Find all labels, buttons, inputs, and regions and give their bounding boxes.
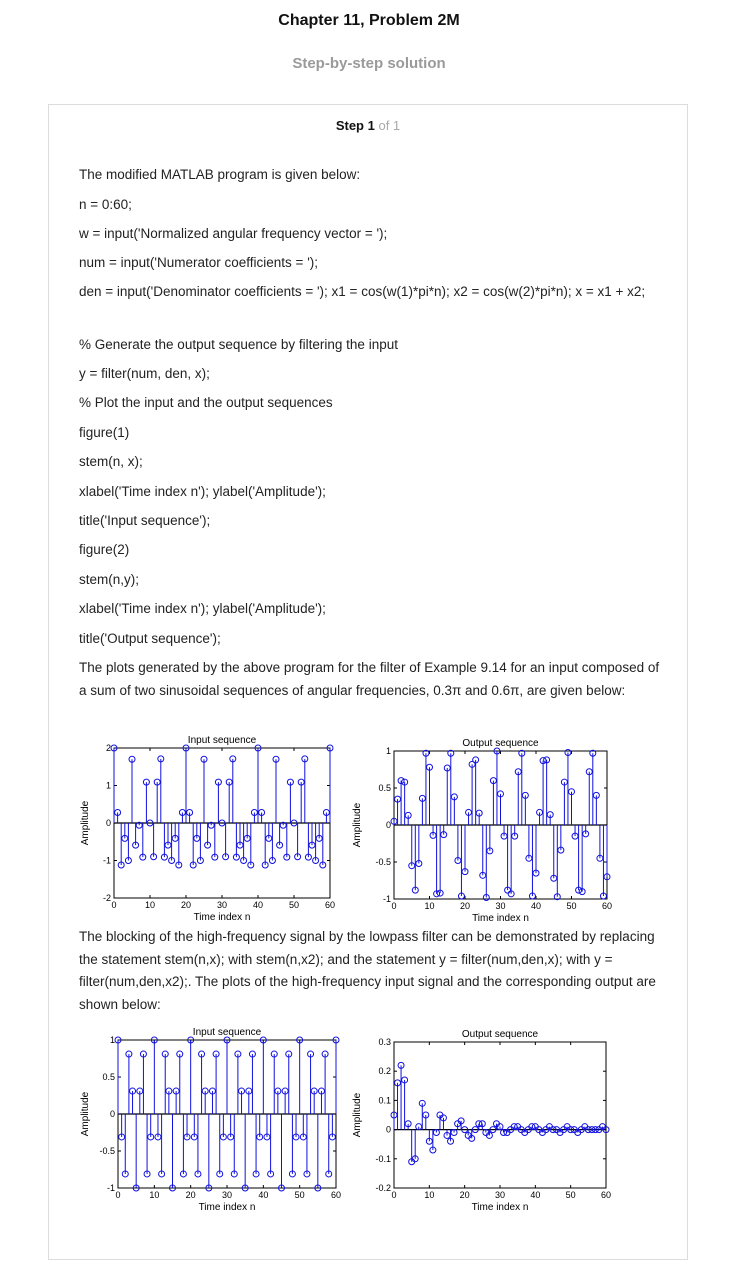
chapter-title: Chapter 11, Problem 2M (278, 12, 460, 29)
x-tick-label: 60 (331, 1190, 341, 1200)
step-count: of 1 (378, 118, 401, 133)
code-line: n = 0:60; (79, 197, 132, 212)
x-tick-label: 20 (186, 1190, 196, 1200)
x-axis-label: Time index n (472, 913, 529, 924)
paragraph-plots-intro: The plots generated by the above program… (79, 660, 660, 698)
y-tick-label: 0.5 (102, 1072, 115, 1082)
x-tick-label: 10 (424, 901, 434, 911)
y-tick-label: -1 (383, 894, 391, 904)
y-tick-label: 0.3 (378, 1037, 391, 1047)
plot-title: Output sequence (462, 738, 539, 749)
y-tick-label: 1 (106, 781, 111, 791)
y-axis-label: Amplitude (352, 1092, 363, 1137)
plot-input-sequence-1: 0 10 20 30 40 50 60 -2 -1 0 1 2 Input sequence Time i… (80, 735, 335, 923)
y-tick-label: 0 (106, 818, 111, 828)
y-tick-label: 0 (386, 820, 391, 830)
code-line: xlabel('Time index n'); ylabel('Amplitud… (79, 601, 326, 616)
plot-output-sequence-1: 0 10 20 30 40 50 60 -1 -0.5 0 0.5 1 Output sequence T… (352, 738, 612, 924)
y-tick-label: -0.2 (375, 1183, 391, 1193)
code-line: y = filter(num, den, x); (79, 366, 210, 381)
x-tick-label: 20 (460, 1190, 470, 1200)
code-line: figure(2) (79, 542, 130, 557)
y-axis-label: Amplitude (80, 800, 91, 845)
plot-output-sequence-2: 0 10 20 30 40 50 60 -0.2 -0.1 0 0.1 0.2 0.3 Output se… (352, 1029, 611, 1213)
y-axis-label: Amplitude (80, 1091, 91, 1136)
x-axis-label: Time index n (194, 912, 251, 923)
code-comment: % Plot the input and the output sequence… (79, 395, 333, 410)
x-tick-label: 40 (253, 900, 263, 910)
x-tick-label: 10 (424, 1190, 434, 1200)
y-tick-label: 1 (386, 746, 391, 756)
x-tick-label: 30 (217, 900, 227, 910)
y-tick-label: 0.5 (378, 783, 391, 793)
paragraph-high-frequency: The blocking of the high-frequency signa… (79, 929, 656, 1012)
x-tick-label: 40 (531, 901, 541, 911)
y-tick-label: -2 (103, 893, 111, 903)
x-tick-label: 10 (145, 900, 155, 910)
code-line: figure(1) (79, 425, 130, 440)
x-tick-label: 0 (111, 900, 116, 910)
plot-title: Input sequence (193, 1027, 262, 1038)
step-header: Step 1 of 1 (48, 118, 688, 133)
code-line: xlabel('Time index n'); ylabel('Amplitud… (79, 484, 326, 499)
y-tick-label: -1 (103, 856, 111, 866)
code-line: stem(n,y); (79, 572, 140, 587)
step-by-step-subtitle: Step-by-step solution (292, 55, 446, 72)
y-tick-label: 0 (110, 1109, 115, 1119)
x-tick-label: 40 (258, 1190, 268, 1200)
code-line: num = input('Numerator coefficients = ')… (79, 255, 319, 270)
code-line: title('Input sequence'); (79, 513, 211, 528)
x-tick-label: 60 (601, 1190, 611, 1200)
y-tick-label: -0.1 (375, 1154, 391, 1164)
x-tick-label: 30 (495, 901, 505, 911)
y-tick-label: -1 (107, 1183, 115, 1193)
x-tick-label: 50 (566, 901, 576, 911)
y-tick-label: -0.5 (375, 857, 391, 867)
x-tick-label: 20 (181, 900, 191, 910)
x-axis-label: Time index n (472, 1202, 529, 1213)
x-axis-label: Time index n (199, 1202, 256, 1213)
code-line: w = input('Normalized angular frequency … (79, 226, 388, 241)
code-line: stem(n, x); (79, 454, 143, 469)
plot-title: Output sequence (462, 1029, 539, 1040)
plot-input-sequence-2: 0 10 20 30 40 50 60 -1 -0.5 0 0.5 1 Input sequence Ti… (80, 1027, 341, 1213)
x-tick-label: 60 (602, 901, 612, 911)
code-comment: % Generate the output sequence by filter… (79, 337, 398, 352)
code-line: title('Output sequence'); (79, 631, 221, 646)
plot-title: Input sequence (188, 735, 257, 746)
x-tick-label: 50 (566, 1190, 576, 1200)
x-tick-label: 0 (115, 1190, 120, 1200)
x-tick-label: 30 (495, 1190, 505, 1200)
y-axis-label: Amplitude (352, 802, 363, 847)
code-line: den = input('Denominator coefficients = … (79, 284, 646, 299)
x-tick-label: 0 (391, 901, 396, 911)
intro-text: The modified MATLAB program is given bel… (79, 167, 361, 182)
y-tick-label: 0.2 (378, 1066, 391, 1076)
x-tick-label: 50 (295, 1190, 305, 1200)
y-tick-label: 2 (106, 743, 111, 753)
x-tick-label: 50 (289, 900, 299, 910)
step-label: Step 1 (335, 118, 375, 133)
x-tick-label: 0 (391, 1190, 396, 1200)
y-tick-label: 1 (110, 1035, 115, 1045)
y-tick-label: 0 (386, 1125, 391, 1135)
x-tick-label: 60 (325, 900, 335, 910)
x-tick-label: 40 (530, 1190, 540, 1200)
y-tick-label: 0.1 (378, 1095, 391, 1105)
x-tick-label: 30 (222, 1190, 232, 1200)
x-tick-label: 10 (149, 1190, 159, 1200)
x-tick-label: 20 (460, 901, 470, 911)
y-tick-label: -0.5 (99, 1146, 115, 1156)
